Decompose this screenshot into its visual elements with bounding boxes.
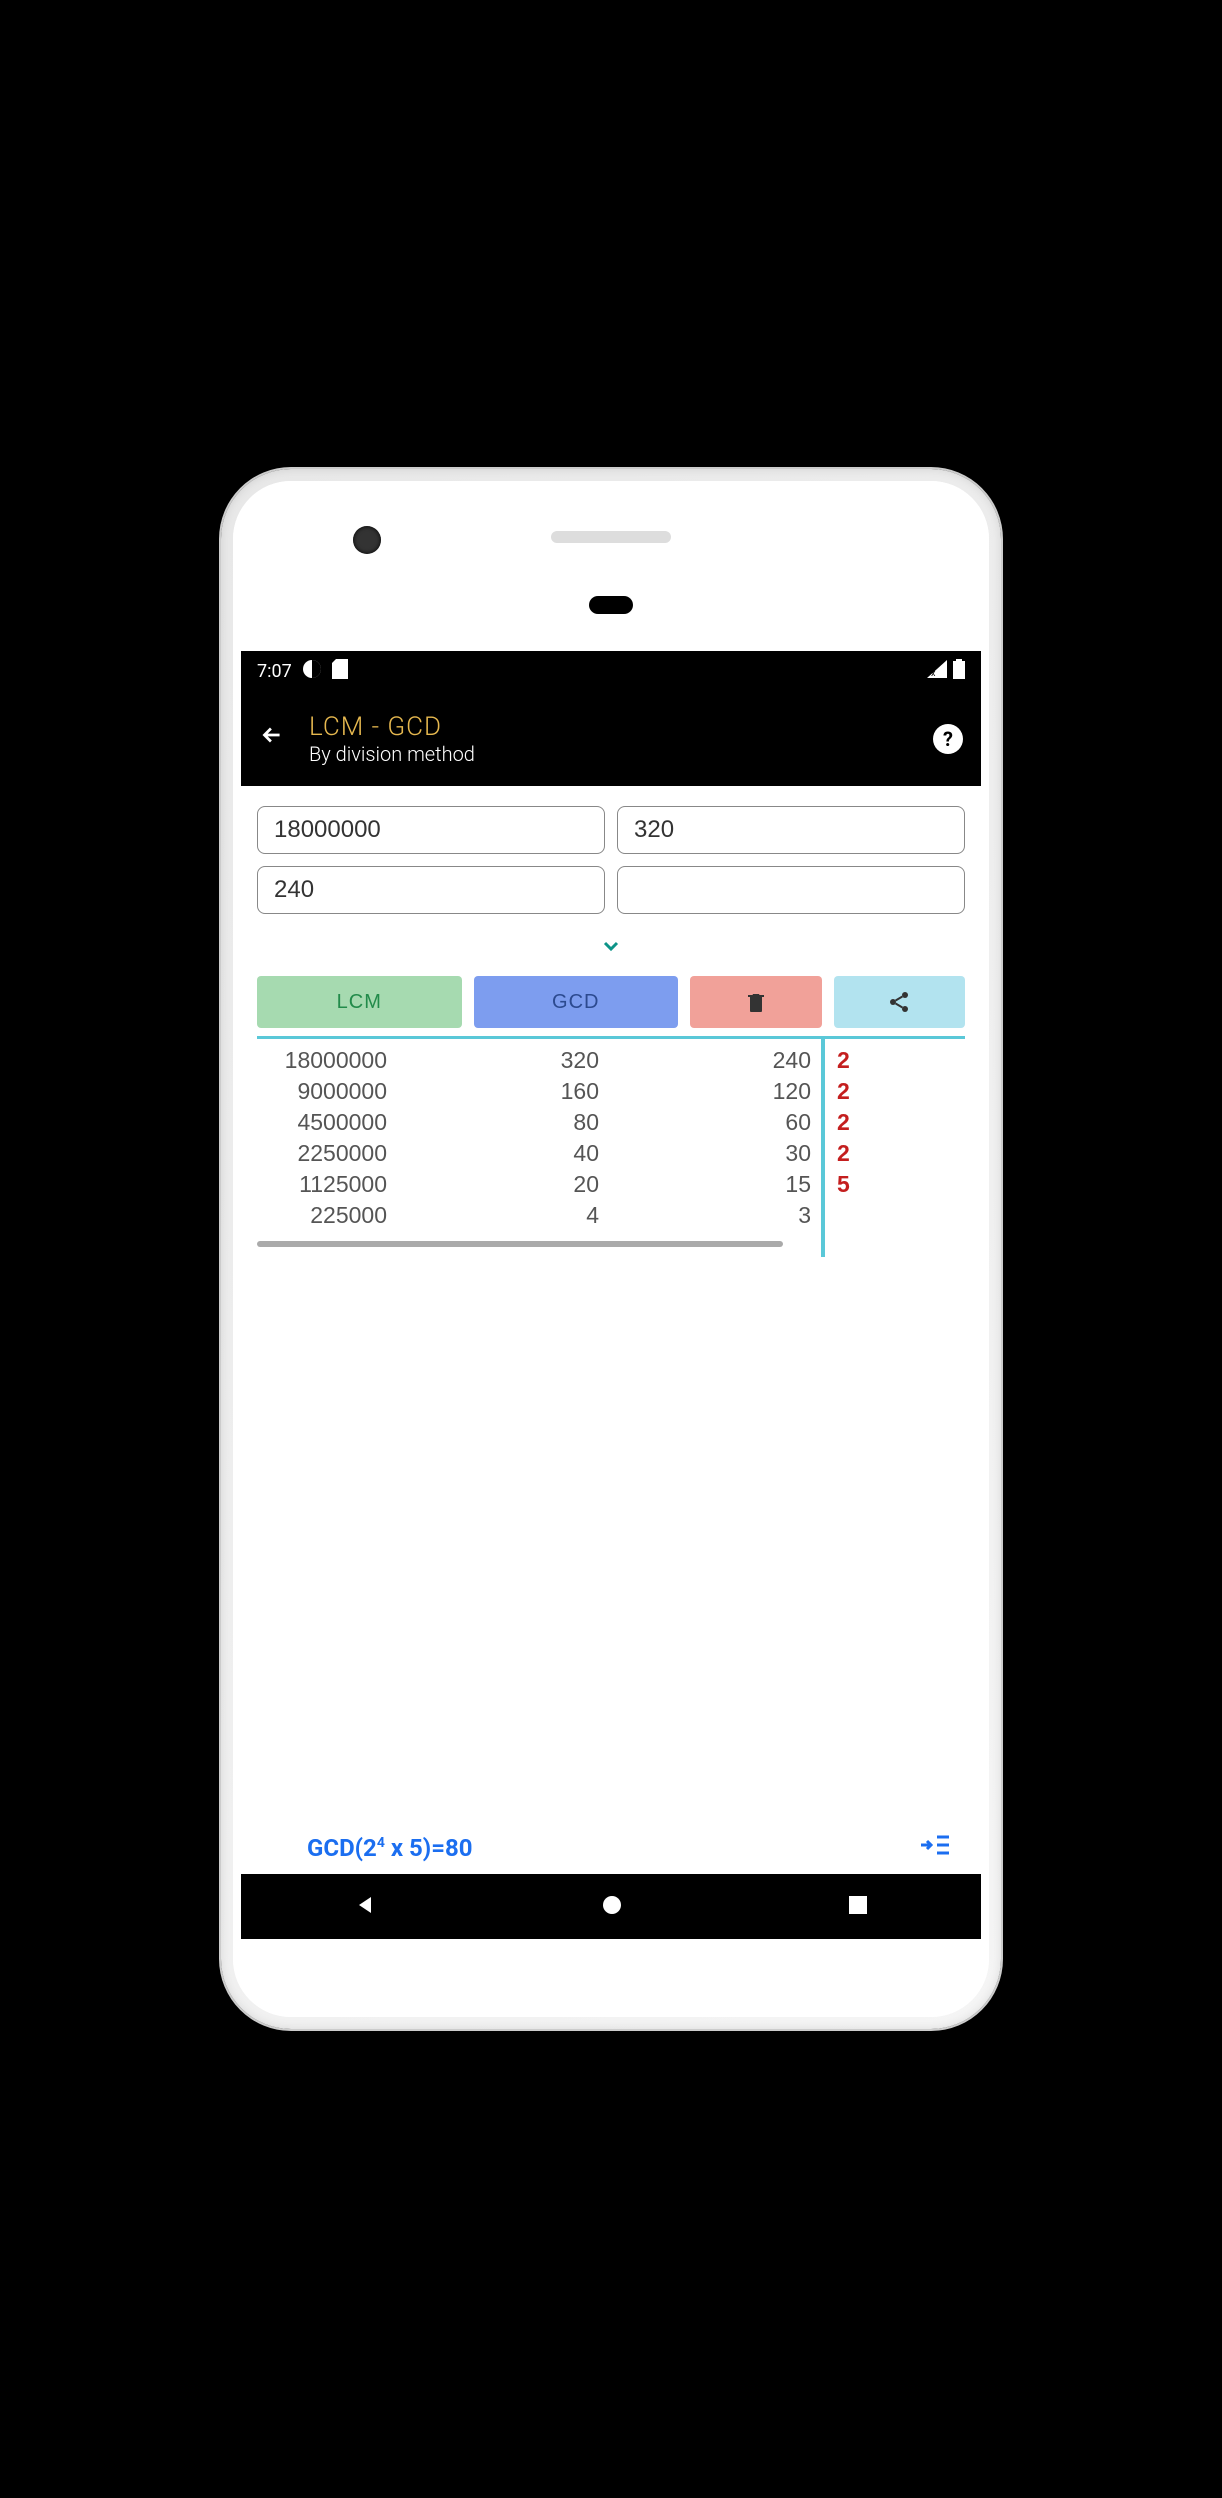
table-row: 18000000320240 [257, 1045, 811, 1076]
table-quotients: 1800000032024090000001601204500000806022… [257, 1039, 825, 1257]
nav-back-icon[interactable] [353, 1893, 377, 1921]
table-row: 11250002015 [257, 1169, 811, 1200]
phone-inner: 7:07 x [233, 481, 989, 2017]
result-prefix: GCD(2 [307, 1834, 377, 1862]
factor-value: 2 [837, 1045, 965, 1076]
table-row: 22500043 [257, 1200, 811, 1231]
signal-icon: x [927, 660, 947, 683]
input-3[interactable] [257, 866, 605, 914]
page-subtitle: By division method [309, 742, 475, 766]
sd-card-icon [332, 659, 348, 684]
result-suffix: x 5)=80 [385, 1834, 473, 1862]
table-factors: 22225 [825, 1039, 965, 1257]
speaker-grill [551, 531, 671, 543]
input-1[interactable] [257, 806, 605, 854]
gcd-button[interactable]: GCD [474, 976, 679, 1028]
horizontal-scrollbar[interactable] [257, 1241, 783, 1247]
factor-value: 2 [837, 1076, 965, 1107]
table-row: 9000000160120 [257, 1076, 811, 1107]
expand-row [257, 934, 965, 964]
input-4[interactable] [617, 866, 965, 914]
input-2[interactable] [617, 806, 965, 854]
phone-bezel-top [233, 481, 989, 651]
factor-value: 2 [837, 1107, 965, 1138]
result-text: GCD(24 x 5)=80 [307, 1834, 473, 1862]
clear-button[interactable] [690, 976, 821, 1028]
help-button[interactable]: ? [933, 724, 963, 754]
button-row: LCM GCD [257, 976, 965, 1028]
chevron-down-icon[interactable] [599, 936, 623, 964]
lcm-button[interactable]: LCM [257, 976, 462, 1028]
factor-value: 5 [837, 1169, 965, 1200]
phone-frame: 7:07 x [221, 469, 1001, 2029]
result-exponent: 4 [377, 1835, 385, 1851]
share-button[interactable] [834, 976, 965, 1028]
screen: 7:07 x [241, 651, 981, 1939]
status-time: 7:07 [257, 661, 292, 682]
nav-home-icon[interactable] [600, 1893, 624, 1921]
content-area: LCM GCD 18000000320240900000016012045000… [241, 786, 981, 1874]
table-row: 22500004030 [257, 1138, 811, 1169]
svg-text:x: x [931, 669, 936, 678]
division-table: 1800000032024090000001601204500000806022… [257, 1036, 965, 1257]
app-bar: LCM - GCD By division method ? [241, 691, 981, 786]
title-block: LCM - GCD By division method [309, 712, 475, 766]
table-row: 45000008060 [257, 1107, 811, 1138]
expand-result-icon[interactable] [919, 1831, 951, 1864]
phone-bezel-bottom [233, 1947, 989, 2017]
back-button[interactable] [259, 722, 285, 755]
nav-recent-icon[interactable] [847, 1894, 869, 1920]
navigation-bar [241, 1874, 981, 1939]
battery-icon [953, 659, 965, 684]
status-bar: 7:07 x [241, 651, 981, 691]
factor-value: 2 [837, 1138, 965, 1169]
app-notification-icon [302, 659, 322, 684]
page-title: LCM - GCD [309, 712, 475, 742]
sensor-notch [589, 596, 633, 614]
camera-dot [353, 526, 381, 554]
result-bar: GCD(24 x 5)=80 [257, 1821, 965, 1874]
input-grid [257, 806, 965, 914]
